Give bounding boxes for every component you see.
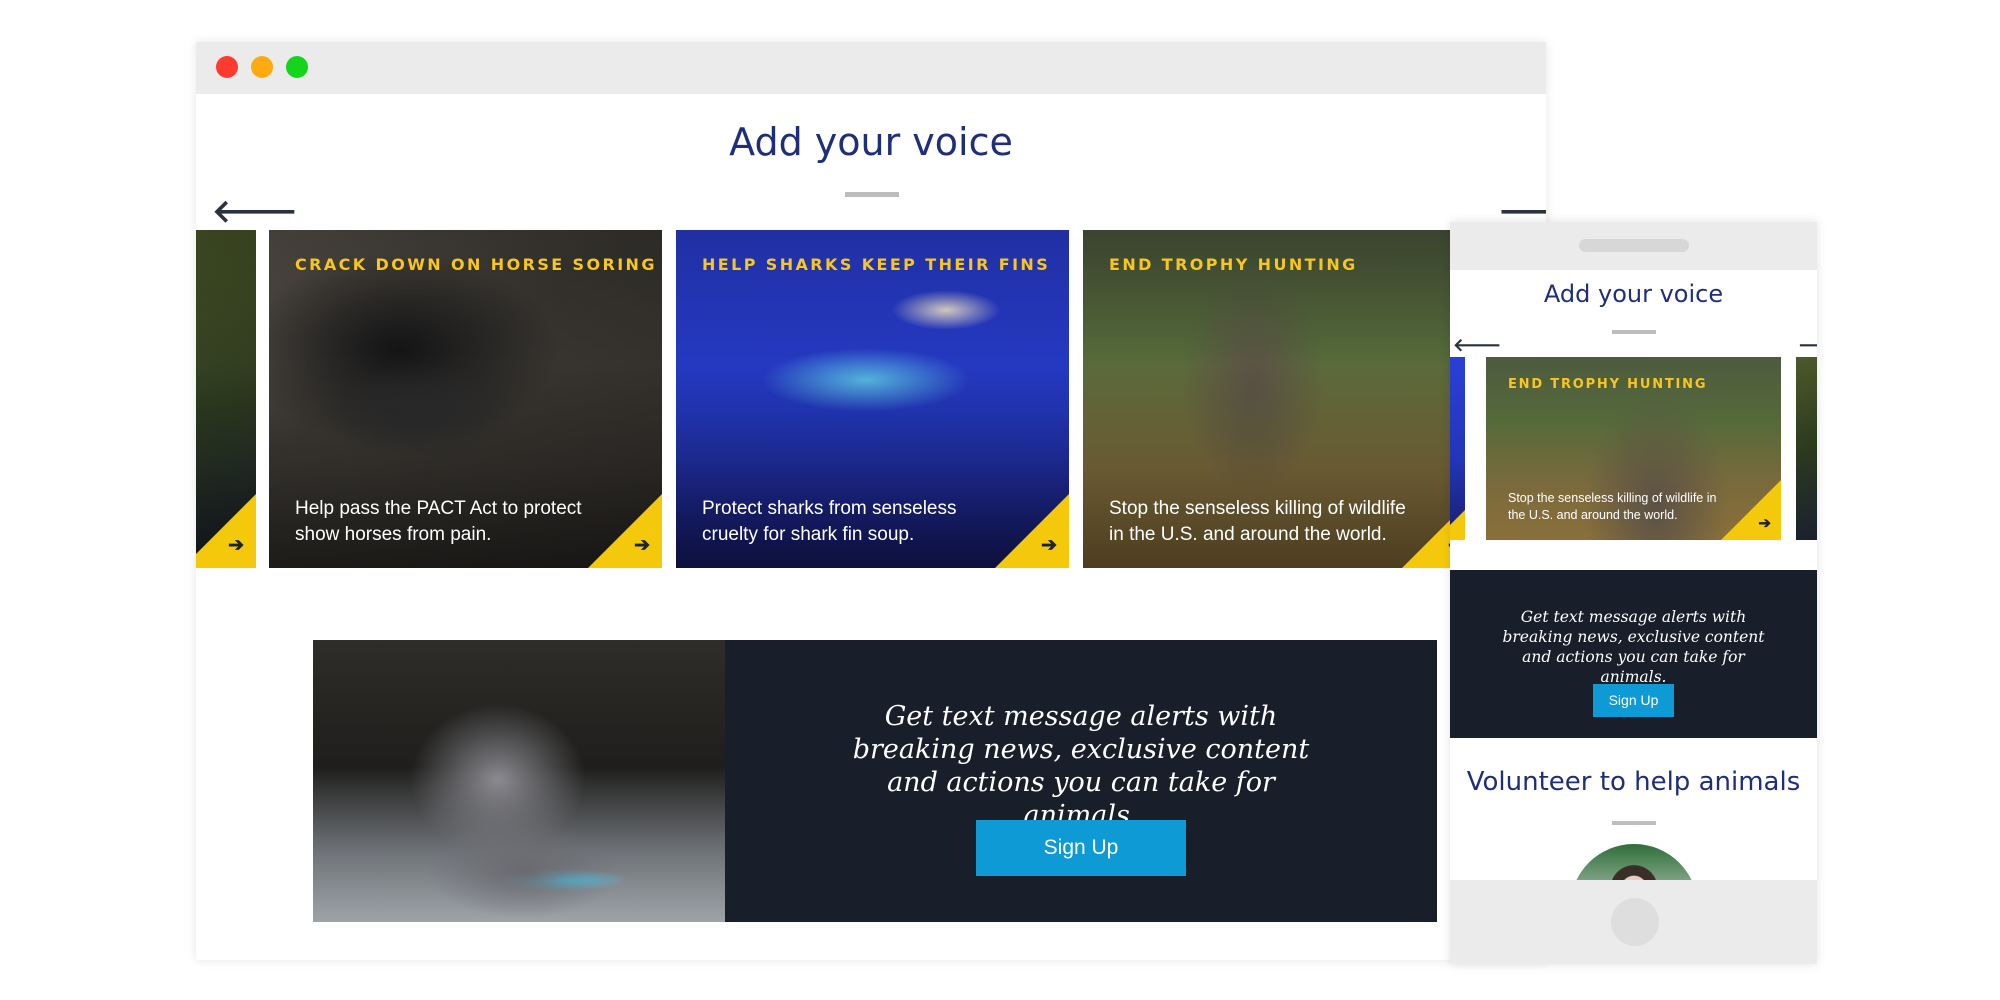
section-title: Add your voice: [729, 120, 1013, 164]
title-divider: [845, 192, 899, 197]
cat-with-phone-photo: [313, 640, 725, 922]
sms-signup-message: Get text message alerts with breaking ne…: [852, 701, 1310, 831]
mobile-card-eyebrow: END TROPHY HUNTING: [1508, 377, 1708, 392]
mobile-title-divider: [1612, 330, 1656, 334]
mobile-carousel-card-partial-left[interactable]: [1450, 357, 1465, 540]
mobile-sms-signup-banner: Get text message alerts with breaking ne…: [1450, 570, 1817, 738]
carousel-card-trophy-hunting[interactable]: END TROPHY HUNTING Stop the senseless ki…: [1083, 230, 1476, 568]
card-corner-accent: [1721, 480, 1781, 540]
card-corner-accent: [1450, 510, 1465, 540]
card-corner-accent: [588, 494, 662, 568]
sms-signup-banner: Get text message alerts with breaking ne…: [313, 640, 1437, 922]
desktop-browser-window: Add your voice 🡐 🡒 ➔ CRACK DOWN ON HORSE…: [196, 42, 1546, 960]
arrow-right-icon: ➔: [228, 535, 244, 556]
browser-titlebar: [196, 42, 1546, 94]
mobile-card-description: Stop the senseless killing of wildlife i…: [1508, 491, 1717, 522]
carousel-card-shark-fins[interactable]: HELP SHARKS KEEP THEIR FINS Protect shar…: [676, 230, 1069, 568]
arrow-right-icon: ➔: [634, 535, 650, 556]
mobile-screen: Add your voice 🡐 🡒 END TROPHY HUNTING St…: [1450, 270, 1817, 880]
card-description: Stop the senseless killing of wildlife i…: [1109, 498, 1406, 545]
maximize-window-button[interactable]: [286, 56, 308, 78]
card-eyebrow: HELP SHARKS KEEP THEIR FINS: [702, 255, 1051, 274]
card-eyebrow: CRACK DOWN ON HORSE SORING: [295, 255, 657, 274]
mobile-carousel-next-arrow-icon[interactable]: 🡒: [1798, 336, 1817, 354]
card-corner-accent: [196, 494, 256, 568]
sms-signup-text: Get text message alerts with breaking ne…: [725, 700, 1437, 832]
mobile-section-title: Add your voice: [1543, 280, 1724, 308]
card-description: Protect sharks from senseless cruelty fo…: [702, 498, 957, 545]
carousel-card-horse-soring[interactable]: CRACK DOWN ON HORSE SORING Help pass the…: [269, 230, 662, 568]
volunteer-avatar: [1570, 844, 1698, 880]
card-description: Help pass the PACT Act to protect show h…: [295, 498, 582, 545]
phone-speaker: [1579, 239, 1689, 252]
arrow-right-icon: ➔: [1758, 515, 1771, 532]
phone-home-button[interactable]: [1611, 898, 1659, 946]
mobile-carousel-card-partial-right[interactable]: [1796, 357, 1817, 540]
mobile-sign-up-button[interactable]: Sign Up: [1593, 684, 1674, 717]
minimize-window-button[interactable]: [251, 56, 273, 78]
card-eyebrow: END TROPHY HUNTING: [1109, 255, 1358, 274]
carousel-card-partial[interactable]: ➔: [196, 230, 256, 568]
volunteer-title-divider: [1612, 821, 1656, 825]
mobile-carousel-card-trophy-hunting[interactable]: END TROPHY HUNTING Stop the senseless ki…: [1486, 357, 1781, 540]
sign-up-button[interactable]: Sign Up: [976, 820, 1186, 876]
mobile-sms-signup-text: Get text message alerts with breaking ne…: [1502, 608, 1765, 686]
mobile-device-mockup: Add your voice 🡐 🡒 END TROPHY HUNTING St…: [1450, 222, 1817, 964]
close-window-button[interactable]: [216, 56, 238, 78]
carousel-prev-arrow-icon[interactable]: 🡐: [212, 195, 298, 227]
arrow-right-icon: ➔: [1041, 535, 1057, 556]
mobile-carousel-prev-arrow-icon[interactable]: 🡐: [1453, 336, 1501, 354]
volunteer-section-title: Volunteer to help animals: [1466, 767, 1801, 797]
card-corner-accent: [995, 494, 1069, 568]
